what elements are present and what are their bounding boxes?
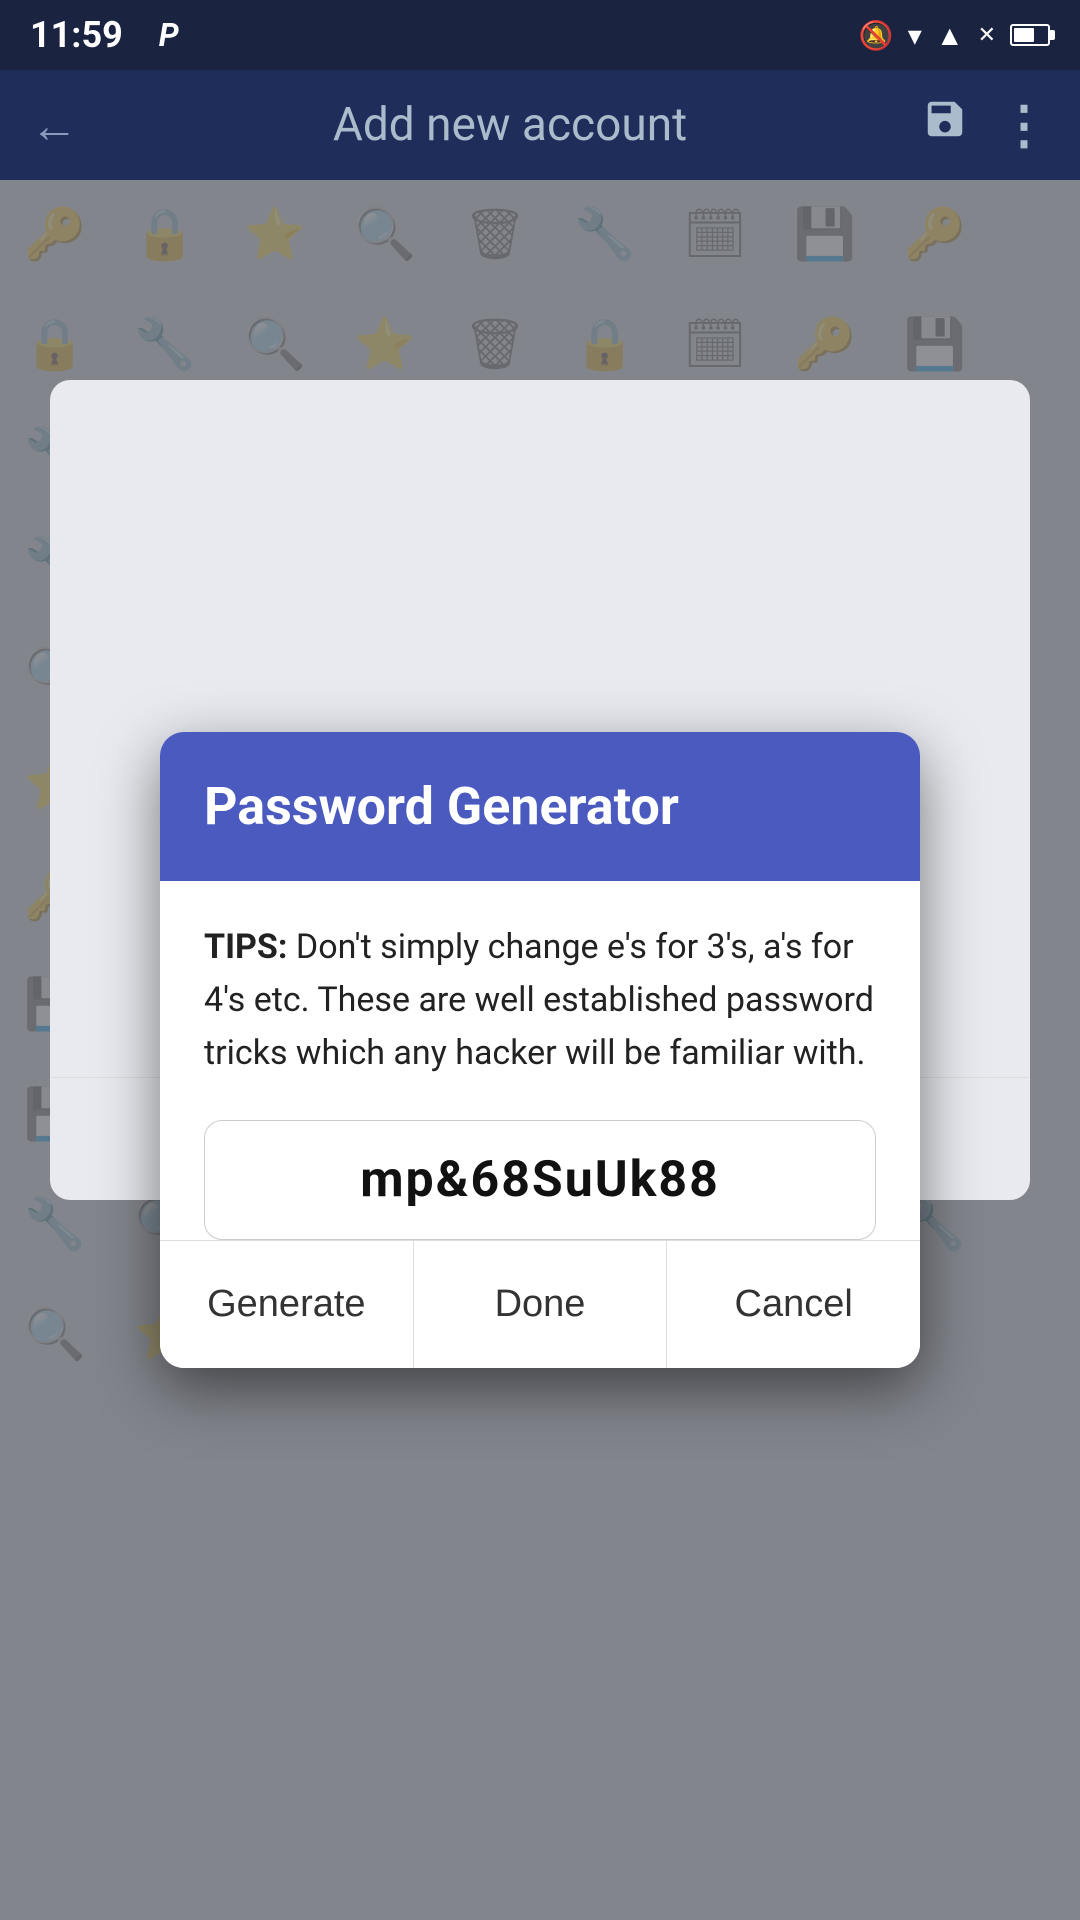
status-time: 11:59	[30, 14, 123, 56]
tips-text: Don't simply change e's for 3's, a's for…	[204, 927, 874, 1072]
save-button[interactable]	[922, 96, 968, 154]
signal-x-icon: ✕	[978, 23, 996, 48]
done-button[interactable]: Done	[414, 1241, 668, 1368]
mute-icon: 🔕	[859, 19, 894, 52]
password-generator-dialog: Password Generator TIPS: Don't simply ch…	[160, 732, 920, 1367]
background: 🔑🔒⭐🔍🗑🔧🗓💾🔑🔒🔧🔍⭐🗑🔒🗓🔑💾🔧❤🔍🔒⭐🗑🔑🗓💾🔧🔍⭐🔒🗑🔑🗓💾🔧🔍⭐🔒🗑…	[0, 180, 1080, 1920]
tips-label: TIPS:	[204, 927, 287, 967]
page-title: Add new account	[108, 98, 912, 152]
status-bar: 11:59 P 🔕 ▾ ▲ ✕	[0, 0, 1080, 70]
generated-password-display: mp&68SuUk88	[204, 1120, 876, 1240]
dialog-body: TIPS: Don't simply change e's for 3's, a…	[160, 881, 920, 1239]
top-bar-actions: ⋮	[922, 95, 1050, 156]
battery-icon	[1010, 24, 1050, 46]
dialog-footer: Generate Done Cancel	[160, 1240, 920, 1368]
dialog-tips: TIPS: Don't simply change e's for 3's, a…	[204, 921, 876, 1079]
status-icons: 🔕 ▾ ▲ ✕	[859, 19, 1050, 52]
dialog-title: Password Generator	[204, 776, 679, 837]
p-app-icon: P	[159, 16, 179, 54]
signal-icon: ▲	[936, 19, 964, 52]
wifi-icon: ▾	[908, 19, 922, 52]
dialog-backdrop: Password Generator TIPS: Don't simply ch…	[0, 180, 1080, 1920]
top-bar: ← Add new account ⋮	[0, 70, 1080, 180]
generate-button[interactable]: Generate	[160, 1241, 414, 1368]
more-options-button[interactable]: ⋮	[998, 95, 1050, 156]
cancel-button[interactable]: Cancel	[667, 1241, 920, 1368]
dialog-header: Password Generator	[160, 732, 920, 881]
back-button[interactable]: ←	[30, 97, 78, 154]
